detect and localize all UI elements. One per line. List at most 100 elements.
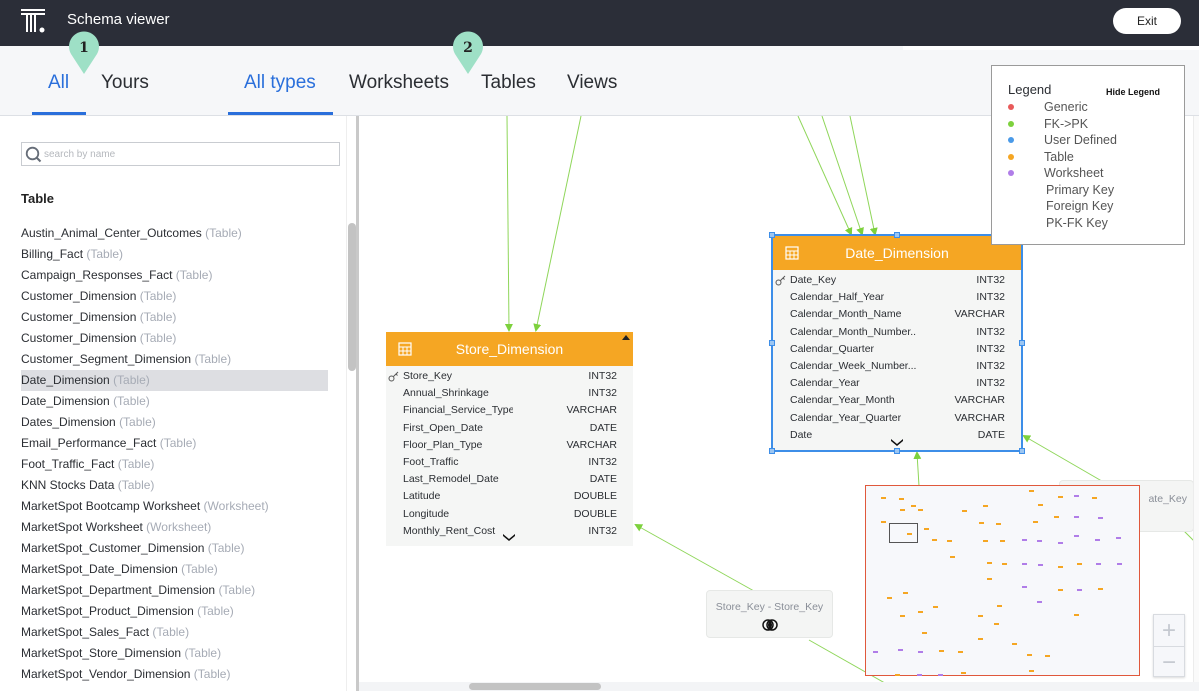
annotation-marker-1: 1 — [69, 31, 99, 75]
edge-label-store-key[interactable]: Store_Key - Store_Key — [706, 590, 833, 638]
table-node-date-dimension[interactable]: Date_Dimension Date_Key INT32 Calendar_Hal… — [769, 232, 1025, 454]
zoom-out-button[interactable]: − — [1154, 647, 1184, 678]
list-item[interactable]: Date_Dimension (Table) — [21, 370, 328, 391]
list-item[interactable]: MarketSpot Bootcamp Worksheet (Worksheet… — [21, 496, 328, 517]
list-item-kind: (Table) — [139, 289, 177, 303]
collapse-up-icon[interactable] — [622, 334, 630, 341]
column-row[interactable]: Date_Key INT32 — [773, 272, 1021, 289]
resize-handle[interactable] — [1019, 340, 1025, 346]
resize-handle[interactable] — [894, 448, 900, 454]
list-item[interactable]: Austin_Animal_Center_Outcomes (Table) — [21, 223, 328, 244]
list-item[interactable]: Foot_Traffic_Fact (Table) — [21, 454, 328, 475]
list-item[interactable]: MarketSpot_Store_Dimension (Table) — [21, 643, 328, 664]
expand-chevron-icon[interactable] — [503, 533, 515, 541]
list-item[interactable]: MarketSpot Worksheet (Worksheet) — [21, 517, 328, 538]
search-input[interactable] — [44, 146, 334, 162]
list-item[interactable]: KNN Stocks Data (Table) — [21, 475, 328, 496]
minimap[interactable] — [865, 485, 1140, 677]
minimap-worksheet-mark — [1021, 562, 1027, 565]
list-item[interactable]: MarketSpot_Customer_Dimension (Table) — [21, 538, 328, 559]
resize-handle[interactable] — [894, 232, 900, 238]
list-item[interactable]: Campaign_Responses_Fact (Table) — [21, 265, 328, 286]
column-row[interactable]: Floor_Plan_Type VARCHAR — [386, 437, 633, 454]
minimap-table-mark — [922, 632, 928, 635]
exit-button[interactable]: Exit — [1113, 8, 1181, 34]
column-row[interactable]: Foot_Traffic INT32 — [386, 454, 633, 471]
tab-all-types[interactable]: All types — [244, 72, 316, 116]
list-item[interactable]: Customer_Dimension (Table) — [21, 307, 328, 328]
minimap-table-mark — [987, 578, 993, 581]
resize-handle[interactable] — [1019, 448, 1025, 454]
legend-label: FK->PK — [1044, 116, 1089, 131]
edge-line[interactable] — [821, 116, 864, 236]
column-row[interactable]: Annual_Shrinkage INT32 — [386, 385, 633, 402]
tab-worksheets[interactable]: Worksheets — [349, 72, 449, 116]
edge-line[interactable] — [849, 116, 878, 236]
resize-handle[interactable] — [769, 448, 775, 454]
list-item-kind: (Table) — [218, 583, 256, 597]
list-item[interactable]: Customer_Dimension (Table) — [21, 286, 328, 307]
hide-legend-button[interactable]: Hide Legend — [1106, 87, 1160, 97]
column-row[interactable]: Calendar_Half_Year INT32 — [773, 289, 1021, 306]
list-item[interactable]: MarketSpot_Vendor_Dimension (Table) — [21, 664, 328, 685]
minimap-worksheet-mark — [1036, 539, 1042, 542]
column-row[interactable]: Calendar_Month_Name VARCHAR — [773, 306, 1021, 323]
minimap-table-mark — [911, 504, 917, 507]
column-name: Floor_Plan_Type — [403, 438, 483, 451]
column-row[interactable]: Calendar_Year INT32 — [773, 375, 1021, 392]
column-row[interactable]: Calendar_Year_Month VARCHAR — [773, 392, 1021, 409]
edge-line[interactable] — [504, 116, 513, 332]
sidebar-scrollbar-thumb[interactable] — [348, 223, 356, 371]
list-item[interactable]: MarketSpot_Date_Dimension (Table) — [21, 559, 328, 580]
canvas-right-scrollbar[interactable] — [1193, 116, 1199, 682]
edge-line[interactable] — [913, 451, 922, 487]
list-item[interactable]: Dates_Dimension (Table) — [21, 412, 328, 433]
edge-line[interactable] — [797, 116, 853, 236]
list-item[interactable]: Customer_Dimension (Table) — [21, 328, 328, 349]
table-node-store-dimension[interactable]: Store_Dimension Store_Key INT32 Annual_Shr… — [386, 332, 633, 546]
resize-handle[interactable] — [769, 340, 775, 346]
column-row[interactable]: Financial_Service_Type VARCHAR — [386, 402, 633, 419]
column-row[interactable]: Calendar_Week_Number... INT32 — [773, 358, 1021, 375]
column-row[interactable]: Store_Key INT32 — [386, 368, 633, 385]
search-box[interactable] — [21, 142, 340, 166]
list-item[interactable]: MarketSpot_Sales_Fact (Table) — [21, 622, 328, 643]
edge-line[interactable] — [634, 524, 755, 592]
list-item-kind: (Table) — [119, 415, 156, 429]
expand-chevron-icon[interactable] — [891, 438, 903, 446]
canvas-hscroll-thumb[interactable] — [469, 683, 601, 690]
column-row[interactable]: Calendar_Quarter INT32 — [773, 341, 1021, 358]
tab-all[interactable]: All — [48, 72, 69, 116]
column-row[interactable]: Last_Remodel_Date DATE — [386, 471, 633, 488]
tab-yours[interactable]: Yours — [101, 72, 149, 116]
column-name: Calendar_Week_Number... — [790, 359, 917, 372]
column-row[interactable]: Calendar_Year_Quarter VARCHAR — [773, 410, 1021, 427]
tab-tables[interactable]: Tables — [481, 72, 536, 116]
list-item-name: MarketSpot_Vendor_Dimension — [21, 667, 191, 681]
zoom-in-button[interactable]: + — [1154, 615, 1184, 646]
edge-line[interactable] — [533, 116, 582, 332]
list-item-name: MarketSpot_Customer_Dimension — [21, 541, 205, 555]
list-item[interactable]: Date_Dimension (Table) — [21, 391, 328, 412]
column-row[interactable]: Latitude DOUBLE — [386, 488, 633, 505]
minimap-table-mark — [1028, 490, 1034, 492]
column-row[interactable]: Calendar_Month_Number.. INT32 — [773, 324, 1021, 341]
list-item[interactable]: Billing_Fact (Table) — [21, 244, 328, 265]
minimap-viewport[interactable] — [889, 523, 918, 543]
minimap-table-mark — [898, 498, 904, 501]
list-item-name: Customer_Dimension — [21, 331, 137, 345]
minimap-worksheet-mark — [872, 651, 878, 654]
resize-handle[interactable] — [769, 232, 775, 238]
list-item-name: Date_Dimension — [21, 373, 110, 387]
column-row[interactable]: Longitude DOUBLE — [386, 506, 633, 523]
node-header[interactable]: Date_Dimension — [773, 236, 1021, 270]
column-row[interactable]: First_Open_Date DATE — [386, 420, 633, 437]
list-item[interactable]: Email_Performance_Fact (Table) — [21, 433, 328, 454]
list-item[interactable]: Customer_Segment_Dimension (Table) — [21, 349, 328, 370]
join-type-icon[interactable] — [761, 619, 778, 631]
list-item[interactable]: MarketSpot_Department_Dimension (Table) — [21, 580, 328, 601]
node-header[interactable]: Store_Dimension — [386, 332, 633, 366]
tab-views[interactable]: Views — [567, 72, 617, 116]
list-item[interactable]: MarketSpot_Product_Dimension (Table) — [21, 601, 328, 622]
minimap-table-mark — [1074, 613, 1080, 616]
